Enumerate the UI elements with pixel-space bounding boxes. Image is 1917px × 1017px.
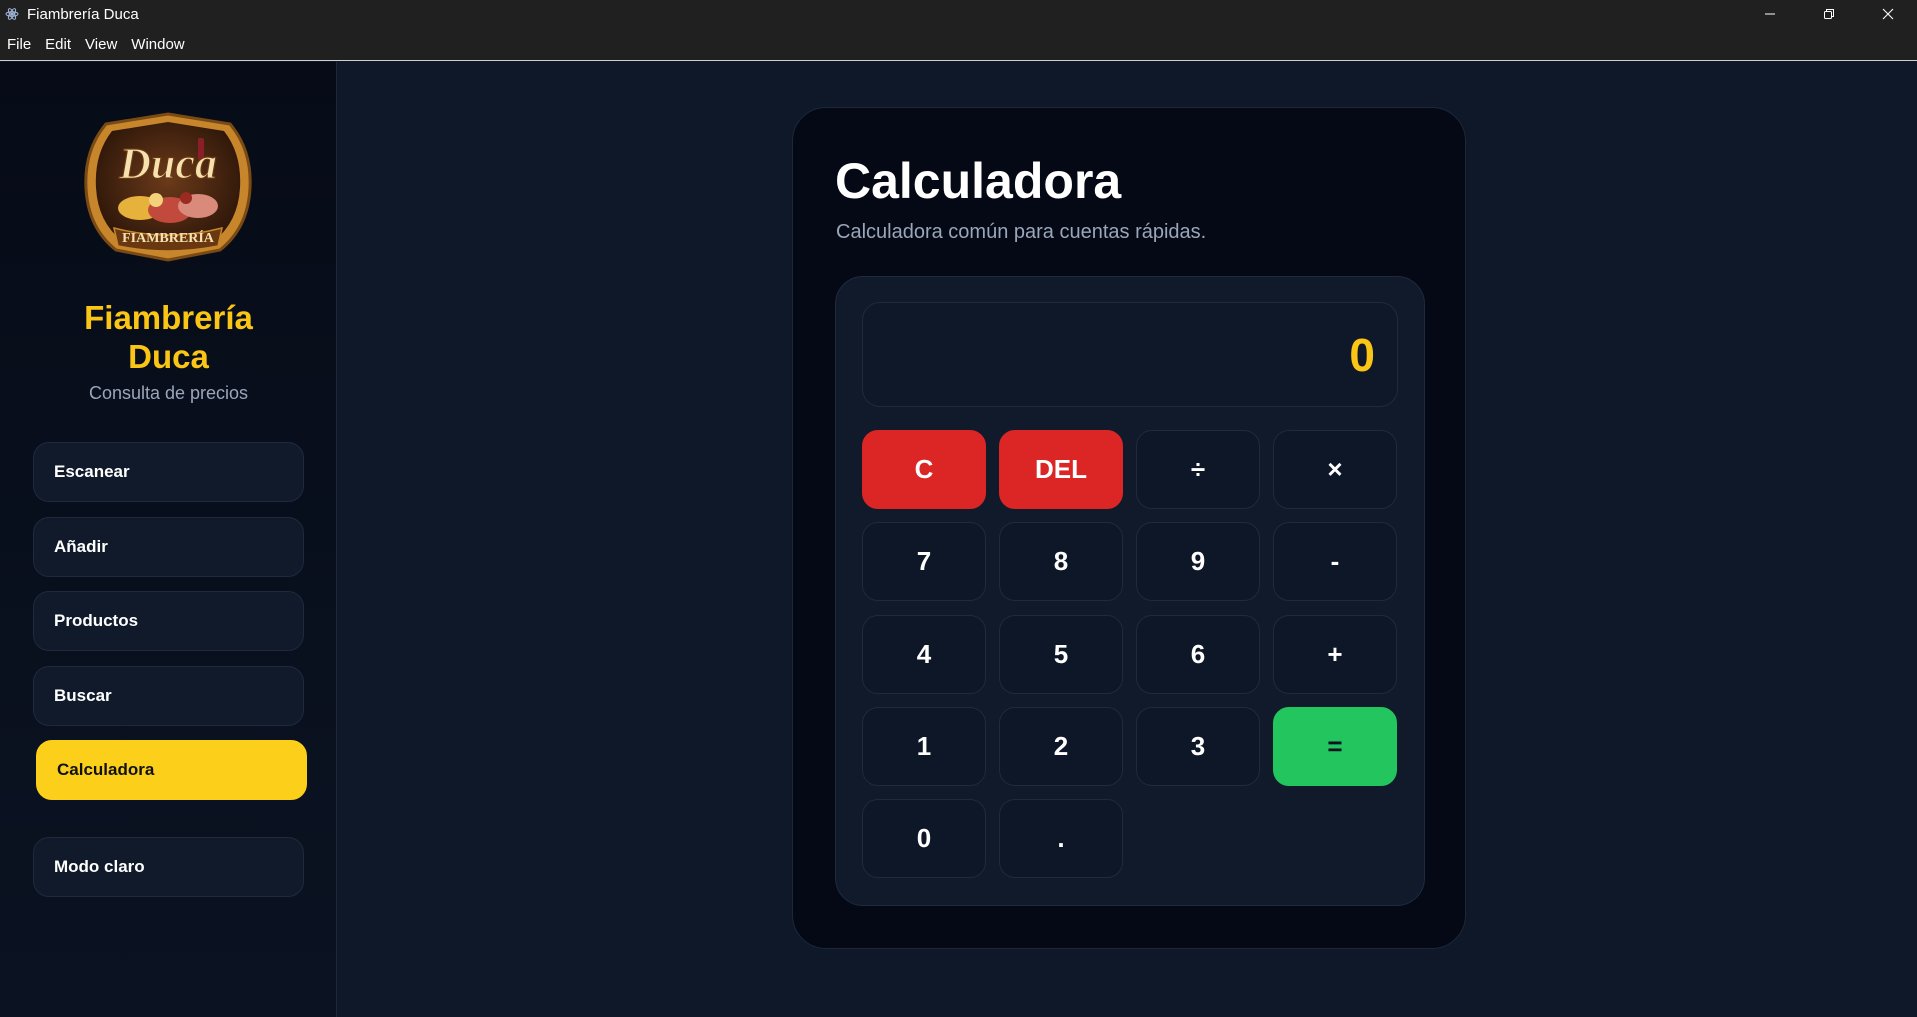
- electron-app-icon: [4, 6, 20, 22]
- duca-logo: Duca FIAMBRERÍA: [80, 110, 256, 264]
- menu-edit[interactable]: Edit: [38, 28, 78, 61]
- key-divide[interactable]: ÷: [1136, 430, 1260, 509]
- nav-calculadora[interactable]: Calculadora: [36, 740, 307, 800]
- key-plus[interactable]: +: [1273, 615, 1397, 694]
- calculator-card: Calculadora Calculadora común para cuent…: [792, 107, 1466, 949]
- restore-icon: [1823, 9, 1834, 19]
- key-2[interactable]: 2: [999, 707, 1123, 786]
- minimize-icon: [1764, 13, 1775, 15]
- key-0[interactable]: 0: [862, 799, 986, 878]
- brand-name: Fiambrería Duca: [84, 299, 253, 375]
- window-controls: [1740, 0, 1917, 28]
- menu-window[interactable]: Window: [124, 28, 191, 61]
- key-multiply[interactable]: ×: [1273, 430, 1397, 509]
- main-content: Calculadora Calculadora común para cuent…: [338, 62, 1917, 1017]
- logo-wordmark: Duca: [118, 139, 217, 188]
- nav-productos[interactable]: Productos: [33, 591, 304, 651]
- key-3[interactable]: 3: [1136, 707, 1260, 786]
- key-5[interactable]: 5: [999, 615, 1123, 694]
- brand-subtitle: Consulta de precios: [88, 383, 249, 403]
- key-4[interactable]: 4: [862, 615, 986, 694]
- key-7[interactable]: 7: [862, 522, 986, 601]
- sidebar: Duca FIAMBRERÍA Fiambrería Duca Consulta…: [0, 62, 337, 1017]
- key-1[interactable]: 1: [862, 707, 986, 786]
- nav-anadir[interactable]: Añadir: [33, 517, 304, 577]
- key-6[interactable]: 6: [1136, 615, 1260, 694]
- key-clear[interactable]: C: [862, 430, 986, 509]
- page-subtitle: Calculadora común para cuentas rápidas.: [836, 221, 1207, 243]
- close-button[interactable]: [1858, 0, 1917, 28]
- nav-buscar[interactable]: Buscar: [33, 666, 304, 726]
- nav-escanear[interactable]: Escanear: [33, 442, 304, 502]
- logo-banner-text: FIAMBRERÍA: [122, 229, 215, 246]
- key-9[interactable]: 9: [1136, 522, 1260, 601]
- key-delete[interactable]: DEL: [999, 430, 1123, 509]
- key-equals[interactable]: =: [1273, 707, 1397, 786]
- window-title: Fiambrería Duca: [27, 5, 139, 23]
- menu-bar: File Edit View Window: [0, 28, 1917, 61]
- close-icon: [1882, 8, 1893, 20]
- calculator: 0 C DEL ÷ × 7 8 9 - 4 5 6 + 1 2 3 = 0 .: [835, 276, 1425, 906]
- key-minus[interactable]: -: [1273, 522, 1397, 601]
- title-bar: Fiambrería Duca: [0, 0, 1917, 28]
- calculator-display: 0: [862, 302, 1398, 407]
- key-decimal[interactable]: .: [999, 799, 1123, 878]
- restore-button[interactable]: [1799, 0, 1858, 28]
- menu-file[interactable]: File: [0, 28, 38, 61]
- theme-toggle-button[interactable]: Modo claro: [33, 837, 304, 897]
- page-title: Calculadora: [835, 153, 1122, 209]
- minimize-button[interactable]: [1740, 0, 1799, 28]
- menu-view[interactable]: View: [78, 28, 124, 61]
- key-8[interactable]: 8: [999, 522, 1123, 601]
